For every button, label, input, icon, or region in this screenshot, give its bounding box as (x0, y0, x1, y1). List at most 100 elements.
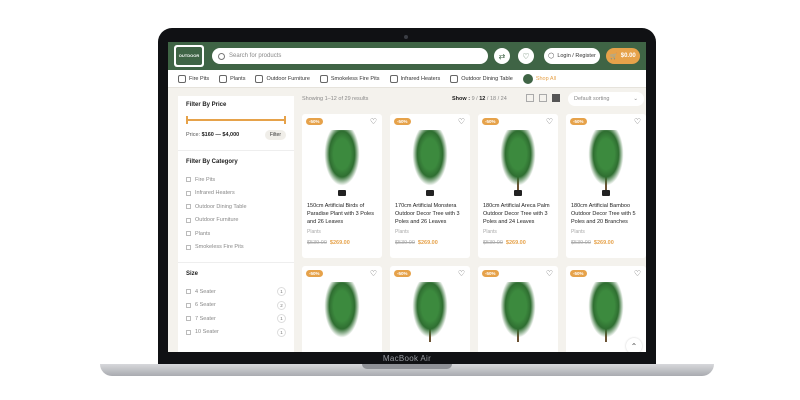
checkbox[interactable] (186, 329, 191, 335)
filter-button[interactable]: Filter (264, 130, 286, 140)
leaves (410, 282, 450, 342)
category-option[interactable]: Smokeless Fire Pits (186, 241, 286, 255)
price-slider[interactable] (186, 116, 286, 124)
plant-image (408, 126, 452, 198)
checkbox[interactable] (186, 231, 191, 237)
nav-plants[interactable]: Plants (219, 74, 246, 83)
plant-image (320, 278, 364, 350)
heart-icon[interactable]: ♡ (458, 117, 465, 126)
checkbox[interactable] (186, 177, 191, 183)
checkbox[interactable] (186, 316, 191, 322)
grid-3-view-icon[interactable] (539, 94, 547, 102)
product-category[interactable]: Plants (571, 229, 641, 235)
product-card[interactable]: -50% ♡ (390, 266, 470, 352)
search-placeholder: Search for products (229, 53, 282, 59)
per-page-option[interactable]: 24 (501, 96, 507, 102)
wishlist-button[interactable]: ♡ (518, 48, 534, 64)
product-category[interactable]: Plants (307, 229, 377, 235)
nav-infrared-heaters[interactable]: Infrared Heaters (389, 74, 440, 83)
product-image[interactable]: -50% ♡ (390, 114, 470, 198)
heart-icon[interactable]: ♡ (370, 269, 377, 278)
product-category[interactable]: Plants (395, 229, 465, 235)
heart-icon[interactable]: ♡ (370, 117, 377, 126)
slider-min-handle[interactable] (186, 116, 188, 124)
nav-fire-pits[interactable]: Fire Pits (178, 74, 209, 83)
cart-button[interactable]: 🛒 $0.00 (606, 48, 640, 64)
nav-outdoor-furniture[interactable]: Outdoor Furniture (255, 74, 310, 83)
size-option[interactable]: 10 Seater 1 (186, 326, 286, 340)
category-option[interactable]: Infrared Heaters (186, 187, 286, 201)
checkbox[interactable] (186, 302, 191, 308)
product-image[interactable]: -50% ♡ (478, 114, 558, 198)
compare-button[interactable]: ⇄ (494, 48, 510, 64)
results-count: Showing 1–12 of 29 results (302, 96, 369, 102)
product-name[interactable]: 180cm Artificial Bamboo Outdoor Decor Tr… (571, 202, 641, 226)
category-option[interactable]: Plants (186, 227, 286, 241)
checkbox[interactable] (186, 204, 191, 210)
option-label: Smokeless Fire Pits (195, 244, 244, 251)
checkbox[interactable] (186, 289, 191, 295)
size-option[interactable]: 4 Seater 1 (186, 285, 286, 299)
heart-icon[interactable]: ♡ (546, 117, 553, 126)
sort-select[interactable]: Default sorting ⌄ (568, 92, 644, 106)
product-card[interactable]: -50% ♡ (302, 266, 382, 352)
per-page-option-selected[interactable]: 12 (479, 96, 485, 102)
price-row: Price: $160 — $4,000 Filter (186, 130, 286, 140)
nav-label: Plants (230, 75, 246, 82)
product-card[interactable]: -50% ♡ 180cm Artificial Areca Palm Outdo… (478, 114, 558, 258)
leaves (322, 130, 362, 190)
category-option[interactable]: Fire Pits (186, 173, 286, 187)
product-category[interactable]: Plants (483, 229, 553, 235)
scroll-to-top-button[interactable]: ⌃ (626, 338, 642, 352)
nav-smokeless-fire-pits[interactable]: Smokeless Fire Pits (319, 74, 380, 83)
heart-icon[interactable]: ♡ (458, 269, 465, 278)
heart-icon[interactable]: ♡ (634, 117, 641, 126)
view-toggles (526, 94, 560, 102)
login-label: Login / Register (557, 53, 596, 59)
dining-table-icon (450, 74, 459, 83)
per-page-option[interactable]: 9 (472, 96, 475, 102)
site-logo[interactable]: OUTDOOR (174, 45, 204, 67)
size-option[interactable]: 7 Seater 1 (186, 312, 286, 326)
checkbox[interactable] (186, 217, 191, 223)
product-image[interactable]: -50% ♡ (302, 114, 382, 198)
search-input[interactable]: Search for products (212, 48, 488, 64)
product-card[interactable]: -50% ♡ 150cm Artificial Birds of Paradis… (302, 114, 382, 258)
plant-image (496, 126, 540, 198)
product-name[interactable]: 170cm Artificial Monstera Outdoor Decor … (395, 202, 465, 226)
show-label: Show : (452, 96, 471, 102)
product-card[interactable]: -50% ♡ 170cm Artificial Monstera Outdoor… (390, 114, 470, 258)
grid-4-view-icon[interactable] (552, 94, 560, 102)
slider-max-handle[interactable] (284, 116, 286, 124)
nav-shop-all[interactable]: Shop All (522, 73, 556, 84)
sale-badge: -50% (570, 118, 587, 125)
product-image[interactable]: -50% ♡ (302, 266, 382, 350)
product-image[interactable]: -50% ♡ (566, 114, 646, 198)
nav-outdoor-dining-table[interactable]: Outdoor Dining Table (450, 74, 513, 83)
login-button[interactable]: ◯ Login / Register (544, 48, 600, 64)
nav-label: Smokeless Fire Pits (330, 75, 380, 82)
product-name[interactable]: 180cm Artificial Areca Palm Outdoor Deco… (483, 202, 553, 226)
product-image[interactable]: -50% ♡ (390, 266, 470, 350)
option-label: Plants (195, 230, 211, 237)
product-image[interactable]: -50% ♡ (478, 266, 558, 350)
list-view-icon[interactable] (526, 94, 534, 102)
category-option[interactable]: Outdoor Dining Table (186, 200, 286, 214)
product-card[interactable]: -50% ♡ 180cm Artificial Bamboo Outdoor D… (566, 114, 646, 258)
size-option[interactable]: 6 Seater 2 (186, 299, 286, 313)
per-page-option[interactable]: 18 (490, 96, 496, 102)
shop-icon (522, 73, 533, 84)
product-card[interactable]: -50% ♡ (478, 266, 558, 352)
product-name[interactable]: 150cm Artificial Birds of Paradise Plant… (307, 202, 377, 226)
old-price: $539.00 (571, 240, 591, 246)
heart-icon[interactable]: ♡ (546, 269, 553, 278)
heart-icon[interactable]: ♡ (634, 269, 641, 278)
fire-pit-icon (178, 74, 186, 83)
category-option[interactable]: Outdoor Furniture (186, 214, 286, 228)
plant-image (496, 278, 540, 350)
sale-price: $269.00 (417, 240, 438, 246)
checkbox[interactable] (186, 244, 191, 250)
checkbox[interactable] (186, 190, 191, 196)
old-price: $539.00 (307, 240, 327, 246)
product-info: 150cm Artificial Birds of Paradise Plant… (302, 198, 382, 252)
